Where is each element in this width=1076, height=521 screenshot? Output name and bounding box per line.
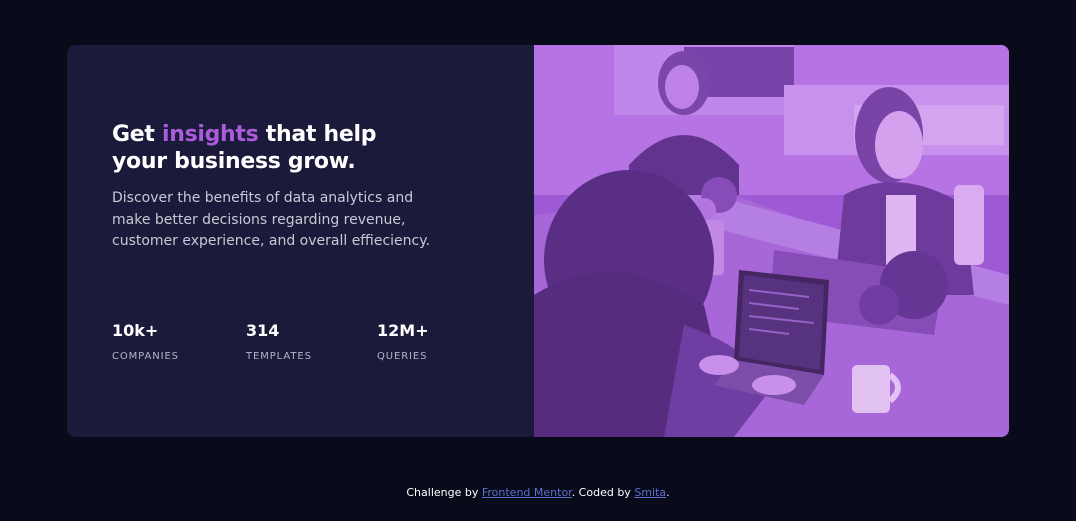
- description: Discover the benefits of data analytics …: [112, 190, 430, 249]
- stat-value: 10k+: [112, 321, 159, 340]
- stat-label: TEMPLATES: [246, 351, 312, 362]
- photo-of-people-working-icon: [534, 45, 1009, 437]
- attribution-text-2: . Coded by: [571, 486, 635, 499]
- attribution-text-1: Challenge by: [406, 486, 482, 499]
- stat-queries: 12M+ QUERIES: [377, 321, 429, 362]
- attribution: Challenge by Frontend Mentor. Coded by S…: [0, 486, 1076, 499]
- attribution-text-3: .: [666, 486, 670, 499]
- stat-templates: 314 TEMPLATES: [246, 321, 312, 362]
- stat-label: QUERIES: [377, 351, 428, 362]
- stat-value: 314: [246, 321, 280, 340]
- headline: Get insights that help your business gro…: [112, 121, 432, 175]
- header-image: [534, 45, 1009, 437]
- page: Get insights that help your business gro…: [0, 0, 1076, 521]
- stat-label: COMPANIES: [112, 351, 179, 362]
- stat-value: 12M+: [377, 321, 429, 340]
- frontend-mentor-link[interactable]: Frontend Mentor: [482, 486, 572, 499]
- stats-list: 10k+ COMPANIES 314 TEMPLATES 12M+ QUERIE…: [112, 321, 492, 371]
- stats-preview-card: Get insights that help your business gro…: [67, 45, 1009, 437]
- card-content: Get insights that help your business gro…: [67, 45, 534, 437]
- headline-pre: Get: [112, 122, 162, 147]
- author-link[interactable]: Smita: [634, 486, 666, 499]
- stat-companies: 10k+ COMPANIES: [112, 321, 179, 362]
- headline-accent: insights: [161, 122, 259, 147]
